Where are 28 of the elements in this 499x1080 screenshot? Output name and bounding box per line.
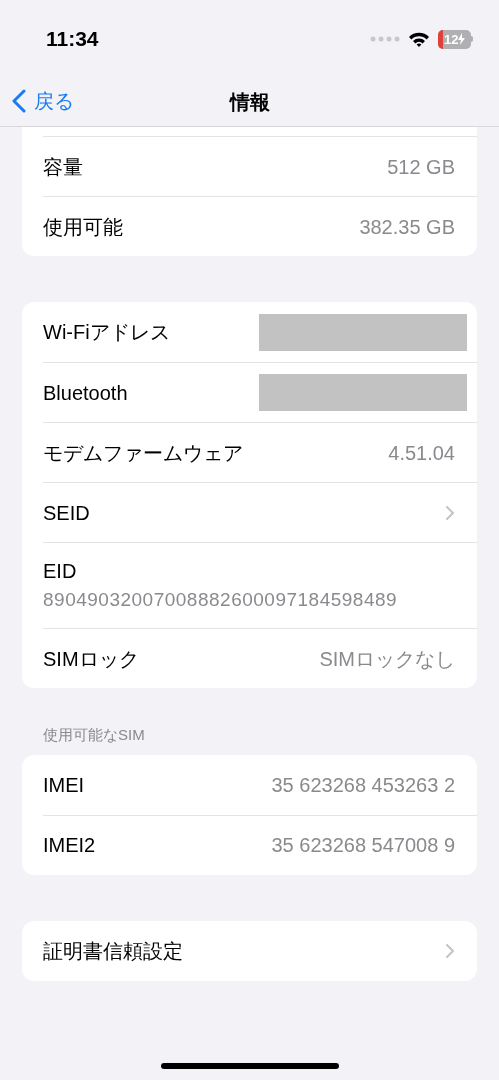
nav-title: 情報 xyxy=(229,90,270,115)
row-value: 382.35 GB xyxy=(359,214,455,240)
row-label: EID xyxy=(43,559,78,585)
back-button[interactable]: 戻る xyxy=(12,86,74,116)
row-value: 89049032007008882600097184598489 xyxy=(43,588,399,613)
row-label: IMEI xyxy=(43,772,85,798)
section-header: 使用可能なSIM xyxy=(42,725,146,745)
row-label: 容量 xyxy=(43,154,83,180)
row-label: IMEI2 xyxy=(43,833,96,858)
battery-indicator: 12 xyxy=(438,29,473,49)
chevron-icon xyxy=(445,942,455,959)
row-label: SIMロック xyxy=(43,646,139,672)
chevron-icon xyxy=(445,504,455,521)
wifi-icon xyxy=(408,30,430,48)
settings-row[interactable]: 証明書信頼設定 xyxy=(43,920,477,981)
signal-icon xyxy=(370,36,400,42)
back-chevron-icon xyxy=(12,89,26,113)
row-value: 35 623268 547008 9 xyxy=(271,833,455,858)
row-label: Bluetooth xyxy=(43,380,128,406)
row-value: 35 623268 453263 2 xyxy=(271,772,455,798)
row-value: SIMロックなし xyxy=(319,646,455,672)
row-value: 4.51.04 xyxy=(388,440,455,466)
row-label: 使用可能 xyxy=(43,214,123,240)
row-label: Wi-Fiアドレス xyxy=(43,320,170,345)
row-label: モデムファームウェア xyxy=(43,440,243,466)
row-value: 512 GB xyxy=(387,154,455,180)
status-time: 11:34 xyxy=(46,26,99,53)
settings-row[interactable]: SEID xyxy=(43,482,477,542)
